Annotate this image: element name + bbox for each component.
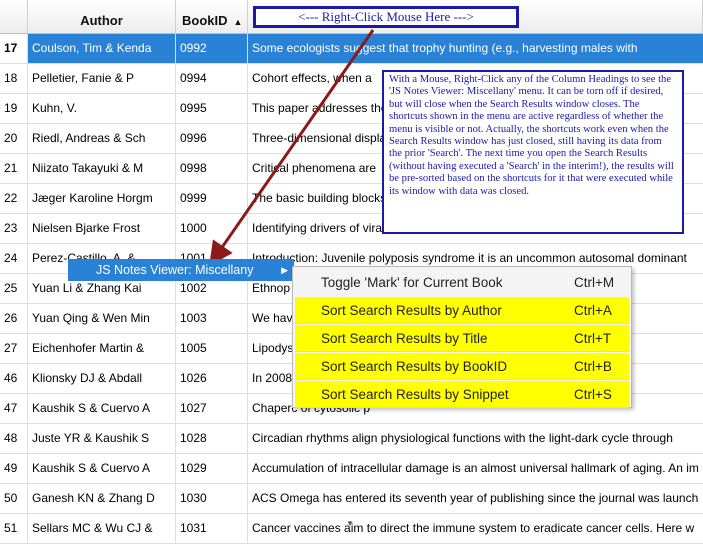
bookid-cell: 0992 [176, 34, 248, 63]
snippet-cell: ACS Omega has entered its seventh year o… [252, 491, 699, 505]
author-cell: Coulson, Tim & Kenda [28, 34, 176, 63]
row-number-cell: 47 [0, 394, 28, 423]
row-number-cell: 20 [0, 124, 28, 153]
bookid-cell: 0995 [176, 94, 248, 123]
row-number-cell: 23 [0, 214, 28, 243]
row-number-cell: 18 [0, 64, 28, 93]
row-number-cell: 27 [0, 334, 28, 363]
author-cell: Pelletier, Fanie & P [28, 64, 176, 93]
author-cell: Jæger Karoline Horgm [28, 184, 176, 213]
submenu-item-shortcut: Ctrl+A [574, 303, 612, 318]
column-header-rownum[interactable] [0, 0, 28, 34]
help-note: With a Mouse, Right-Click any of the Col… [382, 70, 684, 234]
snippet-cell: Some ecologists suggest that trophy hunt… [252, 41, 638, 55]
submenu-item[interactable]: Sort Search Results by Snippet Ctrl+S [295, 381, 629, 408]
snippet-cell: Cancer vaccines aim to direct the immune… [252, 521, 695, 535]
column-header-bookid[interactable]: BookID ▲ [176, 0, 248, 34]
author-cell: Kaushik S & Cuervo A [28, 454, 176, 483]
bookid-cell: 1027 [176, 394, 248, 423]
chevron-right-icon: ▶ [281, 265, 288, 275]
bookid-cell: 1029 [176, 454, 248, 483]
submenu-item-label: Sort Search Results by Title [321, 331, 488, 346]
submenu-item[interactable]: Toggle 'Mark' for Current Book Ctrl+M [295, 269, 629, 296]
table-row[interactable]: 49 Kaushik S & Cuervo A 1029 Accumulation o… [0, 454, 703, 484]
table-row[interactable]: 17 Coulson, Tim & Kenda 0992 Some ecologist… [0, 34, 703, 64]
bookid-cell: 1026 [176, 364, 248, 393]
row-number-cell: 46 [0, 364, 28, 393]
row-number-cell: 50 [0, 484, 28, 513]
bookid-cell: 1005 [176, 334, 248, 363]
submenu-item-shortcut: Ctrl+T [574, 331, 612, 346]
scroll-down-icon[interactable]: ▼ [346, 519, 354, 528]
submenu-item-shortcut: Ctrl+S [574, 387, 612, 402]
bookid-cell: 0999 [176, 184, 248, 213]
author-cell: Juste YR & Kaushik S [28, 424, 176, 453]
author-cell: Kuhn, V. [28, 94, 176, 123]
submenu-item[interactable]: Sort Search Results by BookID Ctrl+B [295, 353, 629, 380]
row-number-cell: 22 [0, 184, 28, 213]
row-number-cell: 19 [0, 94, 28, 123]
row-number-cell: 49 [0, 454, 28, 483]
submenu-item[interactable]: Sort Search Results by Title Ctrl+T [295, 325, 629, 352]
submenu-item-shortcut: Ctrl+M [574, 275, 615, 290]
submenu-item-label: Toggle 'Mark' for Current Book [321, 275, 503, 290]
column-header-author[interactable]: Author [28, 0, 176, 34]
miscellany-submenu: Toggle 'Mark' for Current Book Ctrl+M Sort… [292, 266, 632, 408]
row-number-cell: 51 [0, 514, 28, 543]
bookid-cell: 1000 [176, 214, 248, 243]
author-cell: Klionsky DJ & Abdall [28, 364, 176, 393]
bookid-cell: 1028 [176, 424, 248, 453]
column-header-bookid-label: BookID [182, 13, 228, 28]
bookid-cell: 1030 [176, 484, 248, 513]
snippet-cell: Accumulation of intracellular damage is … [252, 461, 699, 475]
submenu-item-label: Sort Search Results by BookID [321, 359, 508, 374]
bookid-cell: 0994 [176, 64, 248, 93]
snippet-cell: Circadian rhythms align physiological fu… [252, 431, 673, 445]
author-cell: Niizato Takayuki & M [28, 154, 176, 183]
bookid-cell: 1003 [176, 304, 248, 333]
author-cell: Sellars MC & Wu CJ & [28, 514, 176, 543]
submenu-item-label: Sort Search Results by Author [321, 303, 502, 318]
row-number-cell: 26 [0, 304, 28, 333]
table-row[interactable]: 50 Ganesh KN & Zhang D 1030 ACS Omega has e… [0, 484, 703, 514]
context-menu-miscellany[interactable]: JS Notes Viewer: Miscellany ▶ [68, 259, 294, 281]
row-number-cell: 25 [0, 274, 28, 303]
bookid-cell: 0996 [176, 124, 248, 153]
bookid-cell: 0998 [176, 154, 248, 183]
author-cell: Kaushik S & Cuervo A [28, 394, 176, 423]
submenu-item-shortcut: Ctrl+B [574, 359, 612, 374]
row-number-cell: 21 [0, 154, 28, 183]
author-cell: Riedl, Andreas & Sch [28, 124, 176, 153]
bookid-cell: 1031 [176, 514, 248, 543]
author-cell: Yuan Qing & Wen Min [28, 304, 176, 333]
row-number-cell: 17 [0, 34, 28, 63]
submenu-item-label: Sort Search Results by Snippet [321, 387, 509, 402]
author-cell: Eichenhofer Martin & [28, 334, 176, 363]
table-row[interactable]: 48 Juste YR & Kaushik S 1028 Circadian rhyt… [0, 424, 703, 454]
author-cell: Ganesh KN & Zhang D [28, 484, 176, 513]
submenu-item[interactable]: Sort Search Results by Author Ctrl+A [295, 297, 629, 324]
context-menu-label: JS Notes Viewer: Miscellany [96, 263, 254, 277]
right-click-callout: <--- Right-Click Mouse Here ---> [253, 6, 519, 28]
author-cell: Nielsen Bjarke Frost [28, 214, 176, 243]
row-number-cell: 24 [0, 244, 28, 273]
row-number-cell: 48 [0, 424, 28, 453]
